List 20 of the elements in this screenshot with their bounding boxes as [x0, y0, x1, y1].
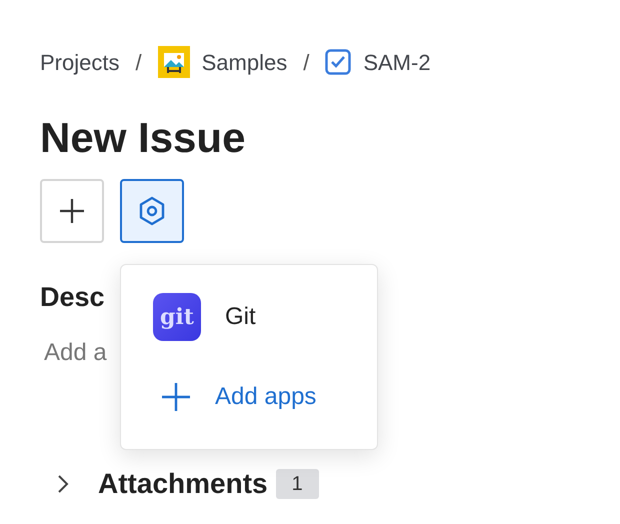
section-heading: Desc	[40, 281, 106, 314]
breadcrumb-link[interactable]: SAM-2	[363, 46, 431, 78]
breadcrumb-separator: /	[303, 48, 310, 76]
page-title: New Issue	[40, 113, 246, 163]
menu-item[interactable]: Git	[225, 299, 256, 335]
apps-button[interactable]	[120, 179, 184, 243]
section-heading: Attachments	[98, 467, 268, 501]
chevron-right-icon[interactable]	[56, 473, 70, 495]
add-button[interactable]	[40, 179, 104, 243]
breadcrumb-separator: /	[135, 48, 142, 76]
plus-icon	[59, 198, 85, 224]
count-badge: 1	[276, 469, 319, 499]
breadcrumb-link[interactable]: Projects	[40, 46, 120, 78]
breadcrumb-link[interactable]: Samples	[202, 46, 288, 78]
app-logo: git	[153, 293, 201, 341]
plus-icon	[161, 382, 191, 412]
add-apps-link[interactable]: Add apps	[215, 379, 316, 415]
checkbox-icon	[325, 49, 352, 75]
hexagon-icon	[137, 196, 167, 226]
easel-picture-icon	[158, 46, 190, 78]
